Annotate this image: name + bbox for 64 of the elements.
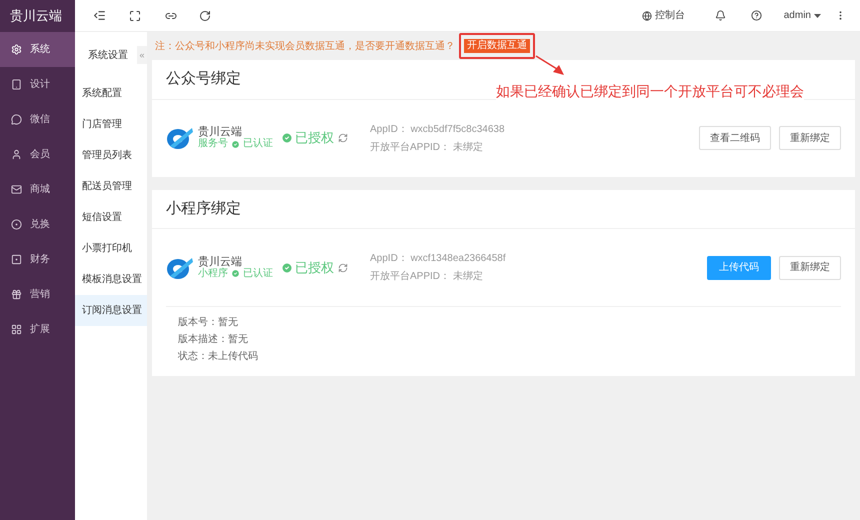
- version-info: 状态：未上传代码: [178, 350, 259, 364]
- fullscreen-icon[interactable]: [129, 10, 141, 22]
- gift-icon: [11, 289, 22, 300]
- brand-title: 贵川云端: [10, 7, 62, 26]
- open-platform-app-id: 开放平台APPID： 未绑定: [370, 270, 484, 284]
- menu-collapse-icon[interactable]: [93, 9, 106, 22]
- check-icon: [231, 269, 240, 278]
- sidebar-item[interactable]: 设计: [0, 67, 75, 102]
- refresh-icon[interactable]: [199, 10, 211, 22]
- account-type: 小程序: [198, 268, 228, 280]
- app-id: AppID： wxcb5df7f5c8c34638: [370, 122, 505, 136]
- notification-icon[interactable]: [714, 10, 726, 21]
- submenu-item[interactable]: 门店管理: [75, 109, 147, 140]
- action-button[interactable]: 查看二维码: [699, 126, 771, 150]
- sidebar-item[interactable]: 扩展: [0, 312, 75, 347]
- submenu-item[interactable]: 配送员管理: [75, 171, 147, 202]
- authorized-label: 已授权: [295, 129, 334, 148]
- sidebar-item[interactable]: 会员: [0, 137, 75, 172]
- action-button[interactable]: 重新绑定: [779, 126, 841, 150]
- sidebar-item[interactable]: 兑换: [0, 207, 75, 242]
- globe-icon: [642, 10, 652, 20]
- submenu-item[interactable]: 系统配置: [75, 78, 147, 109]
- sidebar-item[interactable]: 商城: [0, 172, 75, 207]
- chat-bubble-icon: [11, 114, 22, 125]
- submenu-item[interactable]: 管理员列表: [75, 140, 147, 171]
- submenu-item[interactable]: 订阅消息设置: [75, 295, 147, 326]
- square-icon: [11, 254, 22, 265]
- version-info: 版本号：暂无: [178, 316, 239, 330]
- console-link[interactable]: 控制台: [642, 8, 685, 23]
- help-icon[interactable]: [750, 10, 762, 21]
- sidebar-item[interactable]: 系统: [0, 32, 75, 67]
- logo-icon: [166, 256, 194, 280]
- annotation-text: 如果已经确认已绑定到同一个开放平台可不必理会: [496, 81, 804, 102]
- check-icon: [281, 262, 293, 274]
- verified-label: 已认证: [243, 268, 273, 280]
- check-icon: [231, 140, 240, 148]
- account-name: 贵川云端: [198, 126, 243, 138]
- submenu-item[interactable]: 短信设置: [75, 202, 147, 233]
- tablet-icon: [11, 79, 22, 90]
- account-type: 服务号: [198, 138, 228, 150]
- version-info: 版本描述：暂无: [178, 332, 249, 347]
- user-icon: [11, 149, 22, 160]
- sidebar-item[interactable]: 营销: [0, 277, 75, 312]
- open-platform-app-id: 开放平台APPID： 未绑定: [370, 140, 484, 154]
- authorized-label: 已授权: [295, 258, 334, 277]
- account-name: 贵川云端: [198, 256, 243, 268]
- settings-icon: [11, 44, 22, 55]
- action-button[interactable]: 重新绑定: [779, 256, 841, 280]
- app-id: AppID： wxcf1348ea2366458f: [370, 252, 506, 266]
- circle-dot-icon: [11, 219, 22, 230]
- user-menu[interactable]: admin: [784, 8, 821, 23]
- check-icon: [281, 132, 293, 144]
- caret-icon: [814, 14, 821, 18]
- submenu-title: 系统设置: [88, 48, 128, 62]
- verified-label: 已认证: [243, 138, 273, 150]
- submenu-item[interactable]: 小票打印机: [75, 233, 147, 264]
- notice-text: 注：公众号和小程序尚未实现会员数据互通，是否要开通数据互通？: [155, 40, 455, 54]
- sidebar-item[interactable]: 微信: [0, 102, 75, 137]
- card-title: 小程序绑定: [152, 190, 855, 229]
- grid-icon: [11, 324, 22, 335]
- envelope-icon: [11, 184, 22, 195]
- sidebar-item[interactable]: 财务: [0, 242, 75, 277]
- submenu-item[interactable]: 模板消息设置: [75, 264, 147, 295]
- logo-icon: [166, 126, 194, 150]
